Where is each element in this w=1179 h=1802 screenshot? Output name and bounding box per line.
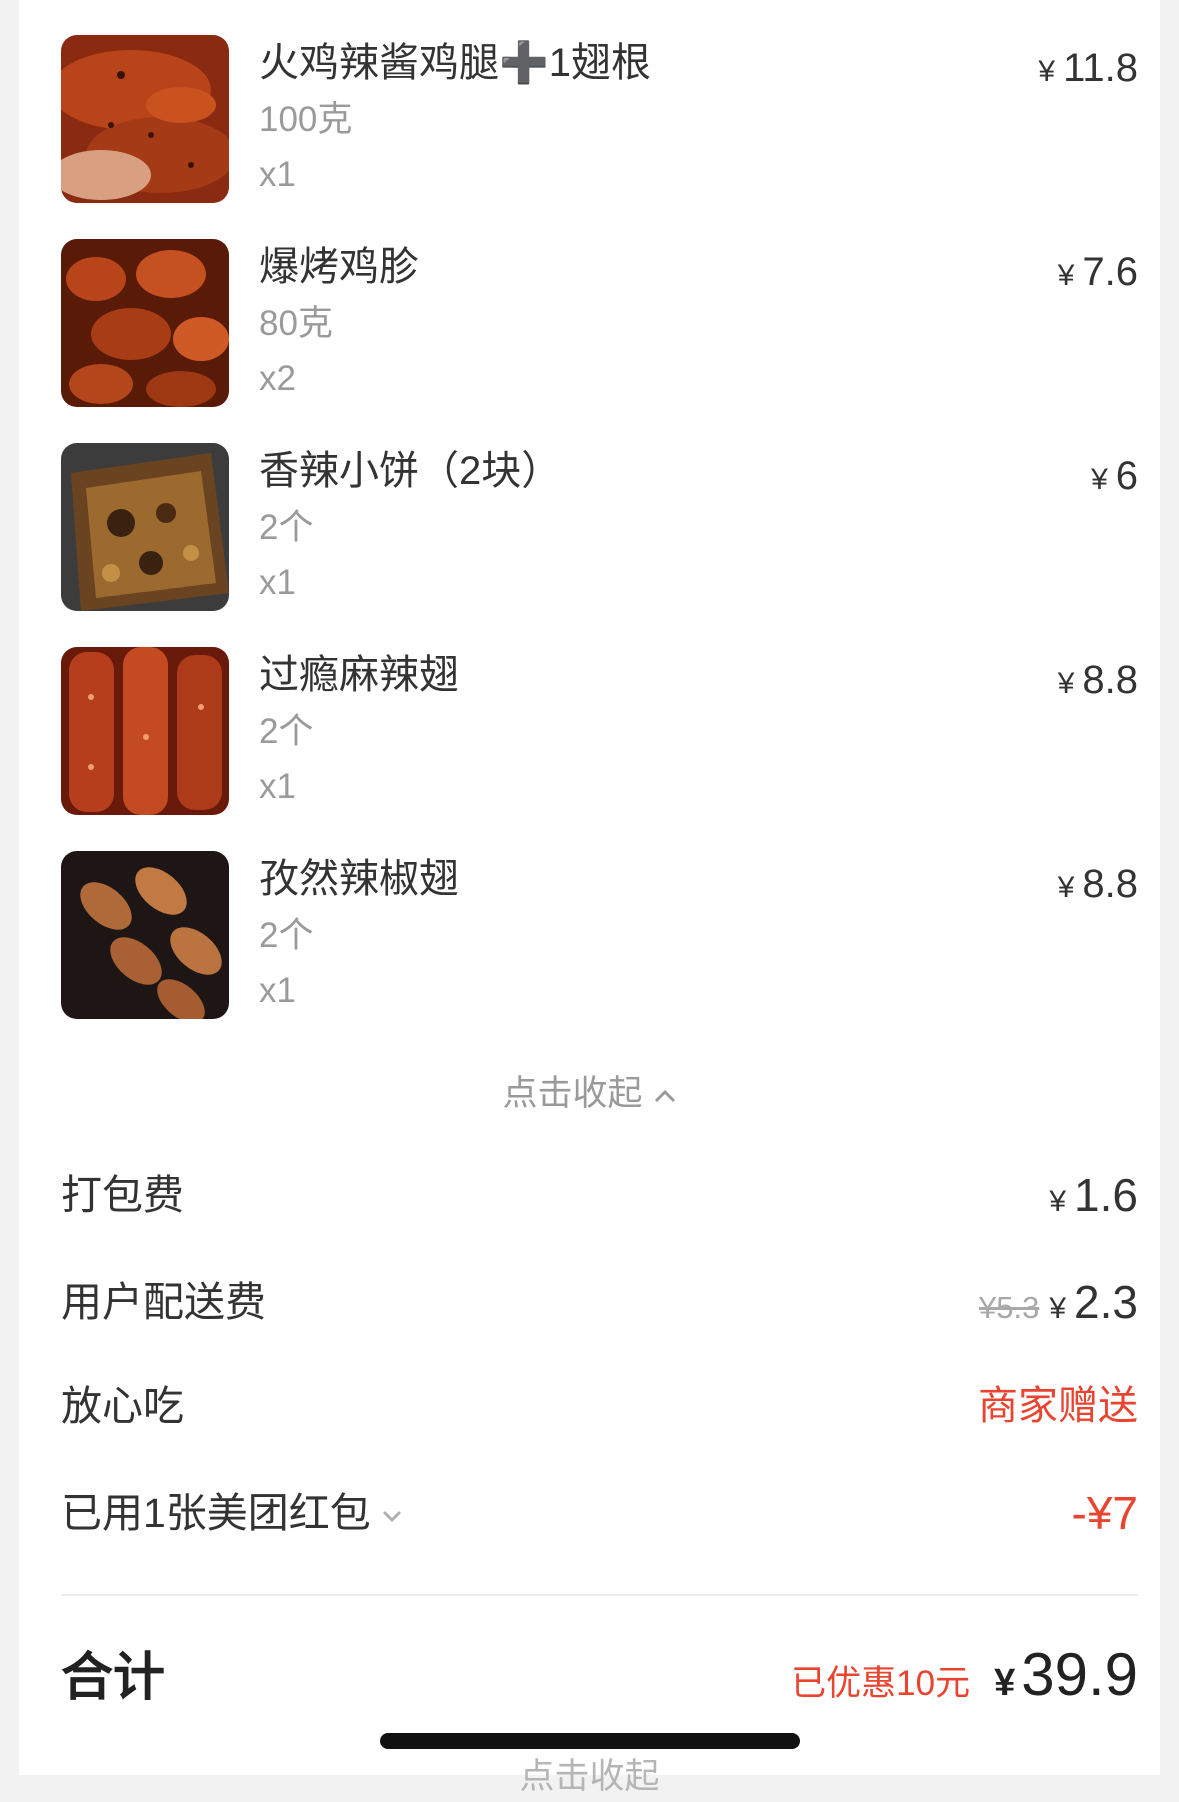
currency-symbol: ¥ [1049,1292,1067,1325]
price-value: 8.8 [1082,658,1138,702]
delivery-fee-amount: 2.3 [1074,1276,1138,1328]
packing-fee-amount: 1.6 [1074,1169,1138,1221]
collapse-label-cutoff: 点击收起 [519,1757,660,1796]
grilled-gizzard-photo [61,239,229,407]
item-price: ¥11.8 [1038,43,1138,97]
packing-fee-label: 打包费 [61,1172,184,1218]
order-item: 孜然辣椒翅 2个 x1 ¥8.8 [61,851,1138,1021]
item-quantity: x2 [259,359,296,398]
currency-symbol: ¥ [1091,463,1108,496]
item-price: ¥7.6 [1058,247,1138,301]
item-spec: 2个 [259,916,314,955]
item-name: 孜然辣椒翅 [259,857,459,901]
item-spec: 100克 [259,100,353,139]
item-quantity: x1 [259,155,296,194]
assurance-row: 放心吃 商家赠送 [61,1376,1138,1436]
item-name: 过瘾麻辣翅 [259,653,459,697]
spicy-wing-photo [61,647,229,815]
home-indicator[interactable] [380,1733,800,1749]
divider [61,1594,1138,1596]
item-price: ¥8.8 [1058,655,1138,709]
item-spec: 2个 [259,712,314,751]
coupon-value: -¥7 [1071,1487,1138,1539]
assurance-value: 商家赠送 [978,1384,1138,1428]
total-summary: 已优惠10元 ¥39.9 [791,1640,1138,1726]
chevron-up-icon [654,1089,675,1102]
delivery-fee-label: 用户配送费 [61,1279,266,1325]
price-value: 7.6 [1082,250,1138,294]
packing-fee-value: ¥1.6 [1049,1165,1138,1232]
order-item: 爆烤鸡胗 80克 x2 ¥7.6 [61,239,1138,409]
total-label: 合计 [61,1649,166,1707]
price-value: 6 [1115,454,1138,498]
item-name: 爆烤鸡胗 [259,245,419,289]
coupon-label-text: 已用1张美团红包 [61,1490,371,1536]
item-price: ¥6 [1091,451,1138,505]
currency-symbol: ¥ [1057,259,1075,292]
item-quantity: x1 [259,767,296,806]
order-detail-card: 火鸡辣酱鸡腿➕1翅根 100克 x1 ¥11.8 爆烤鸡胗 80克 x2 ¥7.… [19,0,1160,1775]
total-amount: 39.9 [1021,1641,1138,1708]
cumin-wing-photo [61,851,229,1019]
currency-symbol: ¥ [1057,871,1075,904]
chevron-down-icon [382,1511,401,1523]
coupon-row[interactable]: 已用1张美团红包 -¥7 [61,1483,1138,1543]
item-spec: 2个 [259,508,314,547]
item-spec: 80克 [259,304,333,343]
currency-symbol: ¥ [1049,1185,1067,1218]
price-value: 8.8 [1082,862,1138,906]
coupon-label[interactable]: 已用1张美团红包 [61,1483,403,1543]
assurance-label: 放心吃 [61,1383,184,1429]
order-item: 火鸡辣酱鸡腿➕1翅根 100克 x1 ¥11.8 [61,35,1138,205]
item-quantity: x1 [259,563,296,602]
currency-symbol: ¥ [994,1662,1016,1704]
spicy-pancake-photo [61,443,229,611]
discount-summary: 已优惠10元 [791,1664,971,1703]
delivery-fee-row: 用户配送费 ¥5.3 ¥2.3 [61,1272,1138,1332]
order-item: 香辣小饼（2块） 2个 x1 ¥6 [61,443,1138,613]
currency-symbol: ¥ [1057,667,1075,700]
collapse-button[interactable]: 点击收起 [19,1067,1160,1121]
delivery-fee-value: ¥5.3 ¥2.3 [979,1272,1138,1339]
price-value: 11.8 [1063,46,1138,90]
collapse-label: 点击收起 [502,1074,643,1113]
original-delivery-fee: ¥5.3 [979,1290,1040,1325]
item-name: 火鸡辣酱鸡腿➕1翅根 [259,41,652,85]
item-name: 香辣小饼（2块） [259,449,562,493]
item-price: ¥8.8 [1058,859,1138,913]
order-item: 过瘾麻辣翅 2个 x1 ¥8.8 [61,647,1138,817]
currency-symbol: ¥ [1038,55,1056,88]
chicken-leg-photo [61,35,229,203]
packing-fee-row: 打包费 ¥1.6 [61,1165,1138,1225]
item-quantity: x1 [259,971,296,1010]
